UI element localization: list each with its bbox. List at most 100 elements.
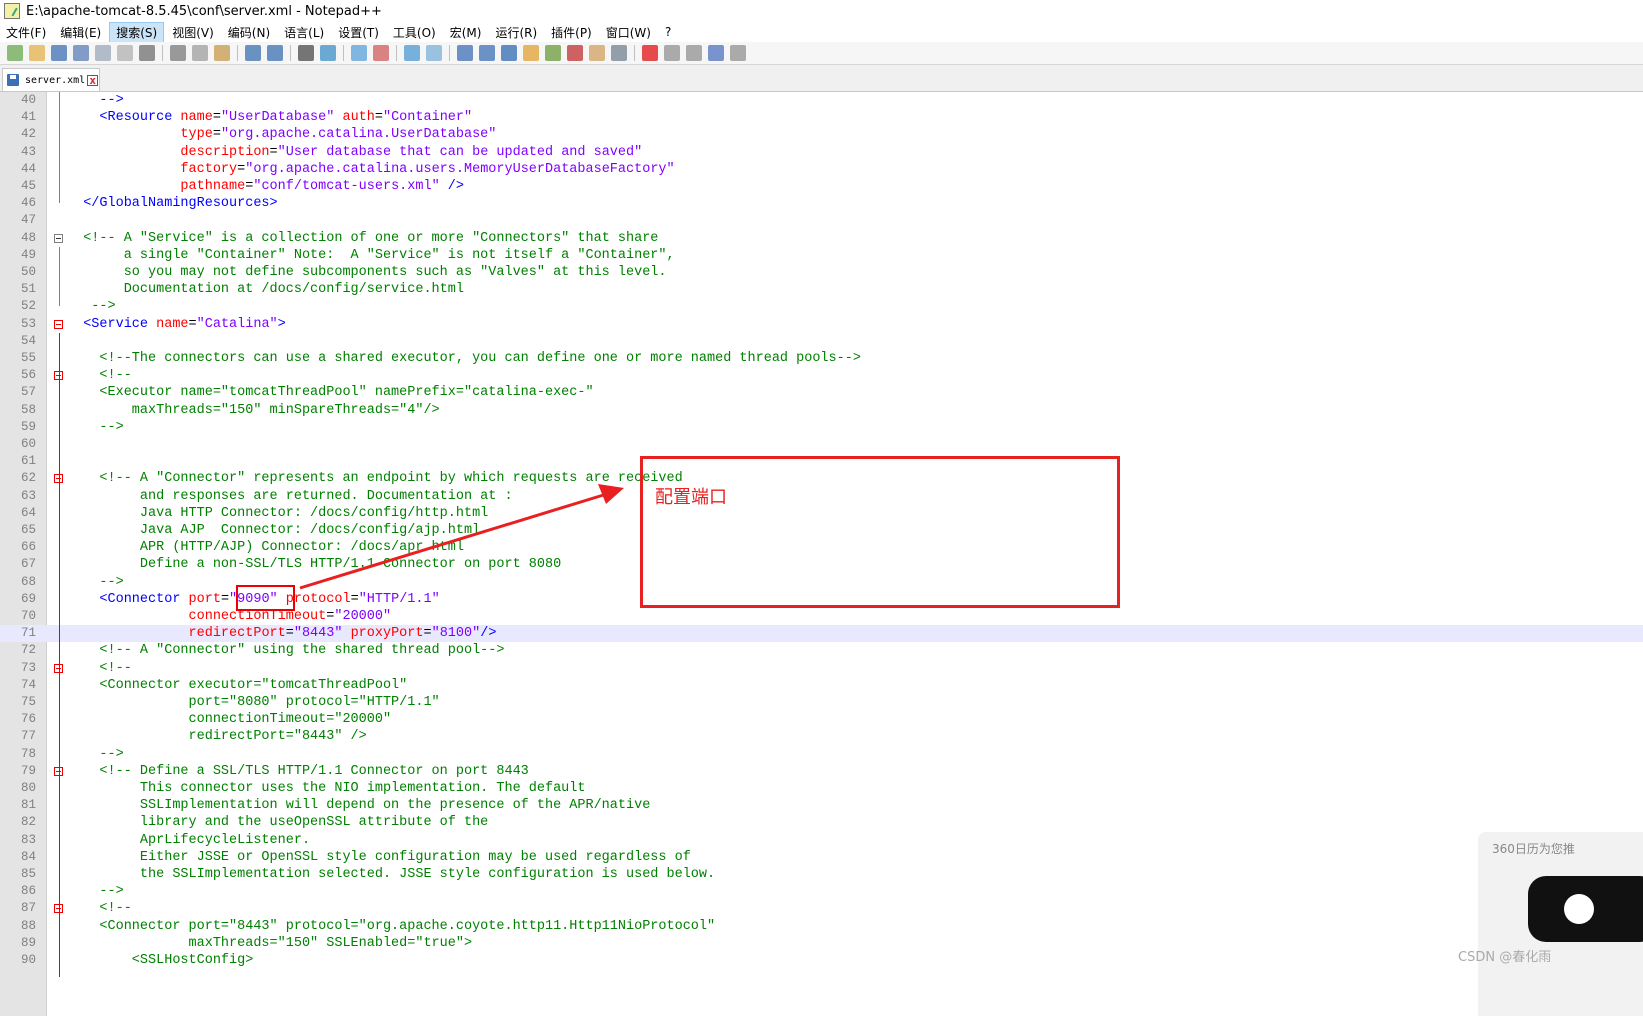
- close-all-icon[interactable]: [117, 45, 133, 61]
- play-macro-icon[interactable]: [686, 45, 702, 61]
- menu-item[interactable]: 设置(T): [332, 23, 385, 42]
- code-line[interactable]: 55 <!--The connectors can use a shared e…: [0, 350, 1643, 367]
- code-line[interactable]: 87 <!--: [0, 900, 1643, 917]
- code-line[interactable]: 45 pathname="conf/tomcat-users.xml" />: [0, 178, 1643, 195]
- menu-item[interactable]: 编辑(E): [54, 23, 107, 42]
- code-line[interactable]: 85 the SSLImplementation selected. JSSE …: [0, 866, 1643, 883]
- code-line[interactable]: 52 -->: [0, 298, 1643, 315]
- code-line[interactable]: 80 This connector uses the NIO implement…: [0, 780, 1643, 797]
- code-line[interactable]: 84 Either JSSE or OpenSSL style configur…: [0, 849, 1643, 866]
- code-line[interactable]: 53 <Service name="Catalina">: [0, 316, 1643, 333]
- monitor-icon[interactable]: [611, 45, 627, 61]
- code-line[interactable]: 51 Documentation at /docs/config/service…: [0, 281, 1643, 298]
- code-token: redirectPort: [188, 626, 286, 642]
- indent-guide-icon[interactable]: [501, 45, 517, 61]
- code-line[interactable]: 57 <Executor name="tomcatThreadPool" nam…: [0, 384, 1643, 401]
- code-line[interactable]: 81 SSLImplementation will depend on the …: [0, 797, 1643, 814]
- paste-icon[interactable]: [214, 45, 230, 61]
- code-line[interactable]: 74 <Connector executor="tomcatThreadPool…: [0, 677, 1643, 694]
- save-all-icon[interactable]: [73, 45, 89, 61]
- line-number: 46: [20, 196, 36, 211]
- menu-item[interactable]: 窗口(W): [600, 23, 657, 42]
- code-line[interactable]: 54: [0, 333, 1643, 350]
- code-line[interactable]: 47: [0, 212, 1643, 229]
- code-line[interactable]: 78 -->: [0, 746, 1643, 763]
- code-line[interactable]: 90 <SSLHostConfig>: [0, 952, 1643, 969]
- save-icon[interactable]: [51, 45, 67, 61]
- function-list-icon[interactable]: [567, 45, 583, 61]
- code-line[interactable]: 83 AprLifecycleListener.: [0, 832, 1643, 849]
- code-line[interactable]: 49 a single "Container" Note: A "Service…: [0, 247, 1643, 264]
- close-icon[interactable]: [95, 45, 111, 61]
- code-line[interactable]: 46 </GlobalNamingResources>: [0, 195, 1643, 212]
- code-line[interactable]: 60: [0, 436, 1643, 453]
- code-line[interactable]: 58 maxThreads="150" minSpareThreads="4"/…: [0, 402, 1643, 419]
- code-text: Define a non-SSL/TLS HTTP/1.1 Connector …: [67, 556, 561, 573]
- menu-item[interactable]: 插件(P): [545, 23, 598, 42]
- open-file-icon[interactable]: [29, 45, 45, 61]
- doc-map-icon[interactable]: [545, 45, 561, 61]
- menu-item[interactable]: 编码(N): [222, 23, 276, 42]
- replace-icon[interactable]: [320, 45, 336, 61]
- zoom-in-icon[interactable]: [351, 45, 367, 61]
- code-text: the SSLImplementation selected. JSSE sty…: [67, 866, 715, 883]
- code-line[interactable]: 73 <!--: [0, 660, 1643, 677]
- fold-toggle-icon[interactable]: [54, 319, 63, 329]
- folder-workspace-icon[interactable]: [589, 45, 605, 61]
- code-line[interactable]: 44 factory="org.apache.catalina.users.Me…: [0, 161, 1643, 178]
- new-file-icon[interactable]: [7, 45, 23, 61]
- code-line[interactable]: 40 -->: [0, 92, 1643, 109]
- menu-item[interactable]: ?: [659, 24, 677, 40]
- code-line[interactable]: 42 type="org.apache.catalina.UserDatabas…: [0, 126, 1643, 143]
- word-wrap-icon[interactable]: [457, 45, 473, 61]
- popup-button[interactable]: [1528, 876, 1643, 942]
- code-line[interactable]: 56 <!--: [0, 367, 1643, 384]
- code-line[interactable]: 48 <!-- A "Service" is a collection of o…: [0, 230, 1643, 247]
- code-line[interactable]: 59 -->: [0, 419, 1643, 436]
- sync-h-icon[interactable]: [426, 45, 442, 61]
- fold-toggle-icon[interactable]: [54, 233, 63, 243]
- notification-popup[interactable]: 360日历为您推: [1478, 832, 1643, 1016]
- show-all-chars-icon[interactable]: [479, 45, 495, 61]
- code-line[interactable]: 82 library and the useOpenSSL attribute …: [0, 814, 1643, 831]
- sync-v-icon[interactable]: [404, 45, 420, 61]
- print-icon[interactable]: [139, 45, 155, 61]
- redo-icon[interactable]: [267, 45, 283, 61]
- code-line[interactable]: 75 port="8080" protocol="HTTP/1.1": [0, 694, 1643, 711]
- tab-close-icon[interactable]: x: [87, 74, 99, 86]
- code-line[interactable]: 86 -->: [0, 883, 1643, 900]
- line-number: 73: [20, 660, 36, 675]
- zoom-out-icon[interactable]: [373, 45, 389, 61]
- code-line[interactable]: 50 so you may not define subcomponents s…: [0, 264, 1643, 281]
- menu-item[interactable]: 搜索(S): [109, 21, 165, 43]
- menu-item[interactable]: 工具(O): [387, 23, 442, 42]
- code-line[interactable]: 79 <!-- Define a SSL/TLS HTTP/1.1 Connec…: [0, 763, 1643, 780]
- copy-icon[interactable]: [192, 45, 208, 61]
- code-line[interactable]: 41 <Resource name="UserDatabase" auth="C…: [0, 109, 1643, 126]
- code-line[interactable]: 88 <Connector port="8443" protocol="org.…: [0, 918, 1643, 935]
- menu-item[interactable]: 运行(R): [489, 23, 543, 42]
- menu-item[interactable]: 视图(V): [166, 23, 220, 42]
- record-macro-icon[interactable]: [642, 45, 658, 61]
- code-line[interactable]: 89 maxThreads="150" SSLEnabled="true">: [0, 935, 1643, 952]
- code-line[interactable]: 76 connectionTimeout="20000": [0, 711, 1643, 728]
- undo-icon[interactable]: [245, 45, 261, 61]
- code-token: <SSLHostConfig>: [67, 953, 254, 968]
- code-line[interactable]: 43 description="User database that can b…: [0, 144, 1643, 161]
- code-text: redirectPort="8443" proxyPort="8100"/>: [67, 625, 497, 642]
- menu-item[interactable]: 文件(F): [0, 23, 52, 42]
- stop-macro-icon[interactable]: [664, 45, 680, 61]
- save-macro-icon[interactable]: [730, 45, 746, 61]
- cut-icon[interactable]: [170, 45, 186, 61]
- code-line[interactable]: 77 redirectPort="8443" />: [0, 728, 1643, 745]
- menu-item[interactable]: 宏(M): [444, 23, 488, 42]
- menu-item[interactable]: 语言(L): [278, 23, 330, 42]
- line-number: 54: [20, 333, 36, 348]
- find-icon[interactable]: [298, 45, 314, 61]
- udl-icon[interactable]: [523, 45, 539, 61]
- run-macro-multiple-icon[interactable]: [708, 45, 724, 61]
- code-line[interactable]: 72 <!-- A "Connector" using the shared t…: [0, 642, 1643, 659]
- tab-server-xml[interactable]: server.xml x: [2, 68, 100, 91]
- code-line[interactable]: 71 redirectPort="8443" proxyPort="8100"/…: [0, 625, 1643, 643]
